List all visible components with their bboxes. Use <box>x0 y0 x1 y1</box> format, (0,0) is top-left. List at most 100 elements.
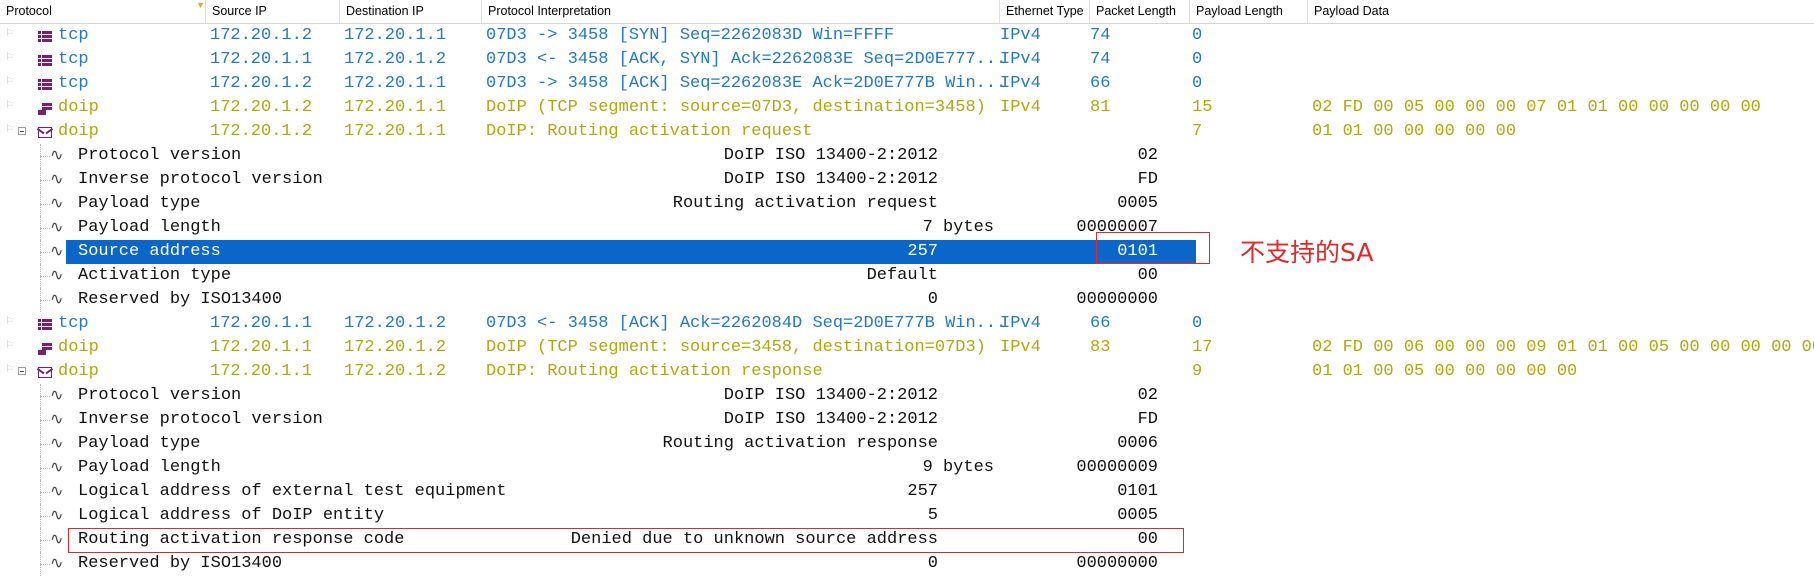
tcp-packet-row[interactable]: ⚐ tcp 172.20.1.2 172.20.1.1 07D3 -> 3458 [AC… <box>0 72 1814 96</box>
field-value-cell: DoIP ISO 13400-2:2012 <box>723 146 938 165</box>
field-raw-cell: 00000000 <box>1076 554 1158 573</box>
tree-line <box>40 420 50 421</box>
detail-row[interactable]: ∿ Payload length 9 bytes 00000009 <box>0 456 1814 480</box>
detail-row[interactable]: ∿ Reserved by ISO13400 0 00000000 <box>0 552 1814 576</box>
field-raw-cell: 0005 <box>1117 506 1158 525</box>
doip-packet-row[interactable]: ⚐ doip 172.20.1.2 172.20.1.1 DoIP: Routing a… <box>0 120 1814 144</box>
payload-length-cell: 0 <box>1192 74 1203 93</box>
column-header-label: Destination IP <box>346 4 424 18</box>
payload-length-cell: 7 <box>1192 122 1203 141</box>
source-ip-cell: 172.20.1.2 <box>210 122 313 141</box>
column-header-label: Packet Length <box>1096 4 1176 18</box>
payload-data-cell: 02 FD 00 06 00 00 00 09 01 01 00 05 00 0… <box>1312 338 1814 357</box>
tcp-packet-row[interactable]: ⚐ tcp 172.20.1.1 172.20.1.2 07D3 <- 3458 [AC… <box>0 48 1814 72</box>
field-value-cell: 7 bytes <box>922 218 994 237</box>
field-icon: ∿ <box>50 409 64 428</box>
field-name-cell: Protocol version <box>78 146 242 165</box>
column-header-ethernet-type[interactable]: Ethernet Type <box>1000 0 1090 23</box>
detail-row[interactable]: ∿ Protocol version DoIP ISO 13400-2:2012 02 <box>0 384 1814 408</box>
tree-line <box>40 492 50 493</box>
interpretation-cell: 07D3 <- 3458 [ACK] Ack=2262084D Seq=2D0E… <box>486 314 1007 333</box>
column-header: Protocol ▼ Source IP Destination IP Prot… <box>0 0 1814 24</box>
column-header-packet-length[interactable]: Packet Length <box>1090 0 1190 23</box>
detail-row[interactable]: ∿ Payload type Routing activation response… <box>0 432 1814 456</box>
collapse-toggle-icon[interactable] <box>18 367 26 375</box>
protocol-cell: doip <box>58 122 99 141</box>
column-header-label: Ethernet Type <box>1006 4 1084 18</box>
source-ip-cell: 172.20.1.1 <box>210 338 313 357</box>
field-name-cell: Reserved by ISO13400 <box>78 290 283 309</box>
destination-ip-cell: 172.20.1.2 <box>344 314 447 333</box>
field-value-cell: Default <box>866 266 938 285</box>
annotation-label: 不支持的SA <box>1240 238 1374 267</box>
detail-row[interactable]: ∿ Inverse protocol version DoIP ISO 13400-… <box>0 408 1814 432</box>
field-value-cell: 0 <box>927 290 938 309</box>
detail-row[interactable]: ∿ Source address 257 0101 <box>0 240 1814 264</box>
list-icon <box>38 53 52 67</box>
column-header-label: Protocol <box>6 4 52 18</box>
column-header-destination-ip[interactable]: Destination IP <box>340 0 482 23</box>
column-header-payload-data[interactable]: Payload Data <box>1308 0 1814 23</box>
flag-icon: ⚐ <box>5 28 14 39</box>
column-header-payload-length[interactable]: Payload Length <box>1190 0 1308 23</box>
tree-line <box>40 156 50 157</box>
detail-row[interactable]: ∿ Payload type Routing activation request 0… <box>0 192 1814 216</box>
ethernet-type-cell: IPv4 <box>1000 338 1041 357</box>
detail-row[interactable]: ∿ Routing activation response code Denied … <box>0 528 1814 552</box>
packet-length-cell: 74 <box>1090 26 1111 45</box>
destination-ip-cell: 172.20.1.1 <box>344 74 447 93</box>
doip-packet-row[interactable]: ⚐ doip 172.20.1.1 172.20.1.2 DoIP: Routing a… <box>0 360 1814 384</box>
envelope-icon <box>38 127 52 138</box>
source-ip-cell: 172.20.1.1 <box>210 314 313 333</box>
interpretation-cell: DoIP (TCP segment: source=07D3, destinat… <box>486 98 986 117</box>
detail-row[interactable]: ∿ Payload length 7 bytes 00000007 <box>0 216 1814 240</box>
tree-line <box>40 516 50 517</box>
field-value-cell: 5 <box>927 506 938 525</box>
detail-row[interactable]: ∿ Inverse protocol version DoIP ISO 13400-… <box>0 168 1814 192</box>
source-ip-cell: 172.20.1.2 <box>210 26 313 45</box>
tcp-packet-row[interactable]: ⚐ tcp 172.20.1.2 172.20.1.1 07D3 -> 3458 [SY… <box>0 24 1814 48</box>
detail-row[interactable]: ∿ Activation type Default 00 <box>0 264 1814 288</box>
destination-ip-cell: 172.20.1.2 <box>344 338 447 357</box>
column-header-label: Protocol Interpretation <box>488 4 611 18</box>
field-raw-cell: 00000007 <box>1076 218 1158 237</box>
destination-ip-cell: 172.20.1.1 <box>344 26 447 45</box>
column-header-label: Payload Length <box>1196 4 1283 18</box>
doip-packet-row[interactable]: ⚐ doip 172.20.1.1 172.20.1.2 DoIP (TCP segme… <box>0 336 1814 360</box>
field-raw-cell: 0101 <box>1117 482 1158 501</box>
field-name-cell: Routing activation response code <box>78 530 405 549</box>
packet-length-cell: 66 <box>1090 314 1111 333</box>
column-header-protocol-interpretation[interactable]: Protocol Interpretation <box>482 0 1000 23</box>
interpretation-cell: DoIP: Routing activation response <box>486 362 823 381</box>
detail-row[interactable]: ∿ Reserved by ISO13400 0 00000000 <box>0 288 1814 312</box>
column-header-protocol[interactable]: Protocol ▼ <box>0 0 206 23</box>
interpretation-cell: 07D3 <- 3458 [ACK, SYN] Ack=2262083E Seq… <box>486 50 1007 69</box>
collapse-toggle-icon[interactable] <box>18 127 26 135</box>
column-header-source-ip[interactable]: Source IP <box>206 0 340 23</box>
field-raw-cell: 02 <box>1137 146 1158 165</box>
ethernet-type-cell: IPv4 <box>1000 98 1041 117</box>
field-raw-cell: 02 <box>1137 386 1158 405</box>
packet-length-cell: 66 <box>1090 74 1111 93</box>
segment-icon <box>38 341 52 355</box>
field-name-cell: Logical address of DoIP entity <box>78 506 385 525</box>
field-icon: ∿ <box>50 505 64 524</box>
tree-line <box>40 228 50 229</box>
tcp-packet-row[interactable]: ⚐ tcp 172.20.1.1 172.20.1.2 07D3 <- 3458 [AC… <box>0 312 1814 336</box>
list-icon <box>38 29 52 43</box>
tree-line <box>40 564 50 565</box>
protocol-cell: tcp <box>58 74 89 93</box>
packet-list[interactable]: ⚐ tcp 172.20.1.2 172.20.1.1 07D3 -> 3458 [SY… <box>0 24 1814 576</box>
payload-length-cell: 0 <box>1192 50 1203 69</box>
ethernet-type-cell: IPv4 <box>1000 74 1041 93</box>
tree-line <box>40 276 50 277</box>
detail-row[interactable]: ∿ Logical address of external test equipm… <box>0 480 1814 504</box>
flag-icon: ⚐ <box>5 316 14 327</box>
tree-line <box>40 444 50 445</box>
doip-packet-row[interactable]: ⚐ doip 172.20.1.2 172.20.1.1 DoIP (TCP segme… <box>0 96 1814 120</box>
column-header-label: Payload Data <box>1314 4 1390 18</box>
flag-icon: ⚐ <box>5 124 14 135</box>
detail-row[interactable]: ∿ Protocol version DoIP ISO 13400-2:2012 02 <box>0 144 1814 168</box>
detail-row[interactable]: ∿ Logical address of DoIP entity 5 0005 <box>0 504 1814 528</box>
field-icon: ∿ <box>50 433 64 452</box>
